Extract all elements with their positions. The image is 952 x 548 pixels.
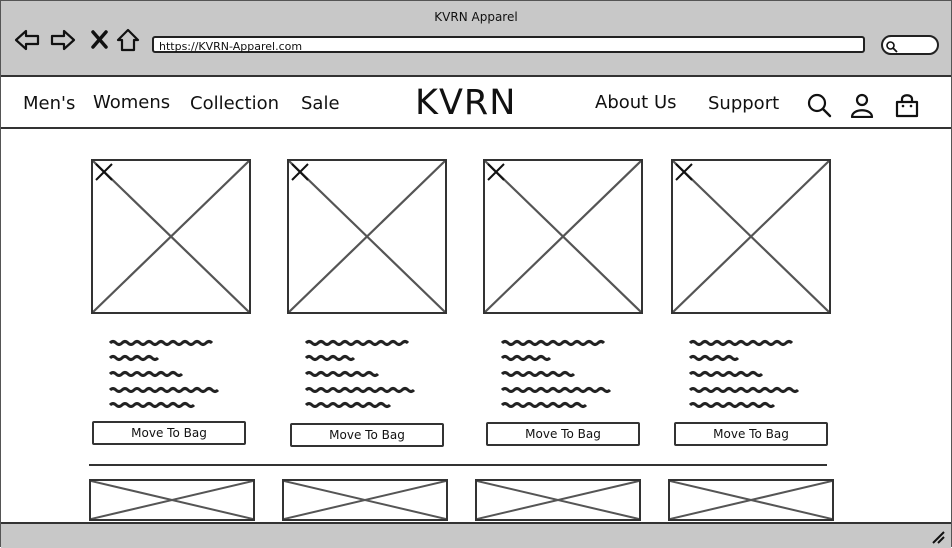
remove-item-icon[interactable]	[289, 161, 311, 183]
remove-item-icon[interactable]	[93, 161, 115, 183]
nav-support[interactable]: Support	[708, 93, 779, 114]
nav-about-us[interactable]: About Us	[595, 92, 677, 113]
product-description-text	[108, 340, 220, 408]
forward-arrow-icon[interactable]	[50, 27, 76, 53]
product-description-text	[688, 340, 800, 408]
product-image-placeholder[interactable]	[671, 159, 831, 314]
product-image-placeholder[interactable]	[91, 159, 251, 314]
browser-window: KVRN Apparel https://KVRN-Apparel.com Me…	[0, 0, 952, 548]
move-to-bag-button[interactable]: Move To Bag	[92, 421, 246, 445]
product-image-placeholder[interactable]	[475, 479, 641, 521]
product-image-placeholder[interactable]	[668, 479, 834, 521]
browser-chrome: KVRN Apparel https://KVRN-Apparel.com	[1, 1, 951, 77]
user-icon[interactable]	[849, 92, 875, 118]
bag-icon[interactable]	[894, 92, 920, 118]
status-bar	[1, 522, 951, 548]
product-image-placeholder[interactable]	[282, 479, 448, 521]
move-to-bag-button[interactable]: Move To Bag	[290, 423, 444, 447]
search-icon[interactable]	[806, 92, 832, 118]
move-to-bag-button[interactable]: Move To Bag	[674, 422, 828, 446]
search-icon	[886, 41, 898, 53]
move-to-bag-button[interactable]: Move To Bag	[486, 422, 640, 446]
browser-search-box[interactable]	[881, 35, 939, 55]
nav-sale[interactable]: Sale	[301, 93, 340, 114]
resize-grip-icon[interactable]	[931, 530, 945, 544]
product-image-placeholder[interactable]	[483, 159, 643, 314]
nav-mens[interactable]: Men's	[23, 93, 75, 114]
product-description-text	[500, 340, 612, 408]
brand-logo[interactable]: KVRN	[415, 83, 516, 123]
section-divider	[89, 464, 827, 466]
nav-collection[interactable]: Collection	[190, 93, 279, 114]
product-description-text	[304, 340, 416, 408]
site-header: Men's Womens Collection Sale KVRN About …	[1, 77, 951, 129]
product-image-placeholder[interactable]	[89, 479, 255, 521]
window-title: KVRN Apparel	[434, 10, 518, 24]
product-image-placeholder[interactable]	[287, 159, 447, 314]
remove-item-icon[interactable]	[485, 161, 507, 183]
nav-womens[interactable]: Womens	[93, 92, 170, 113]
home-icon[interactable]	[115, 27, 141, 53]
back-arrow-icon[interactable]	[14, 27, 40, 53]
address-bar[interactable]: https://KVRN-Apparel.com	[152, 36, 865, 53]
close-icon[interactable]	[87, 27, 113, 53]
remove-item-icon[interactable]	[673, 161, 695, 183]
